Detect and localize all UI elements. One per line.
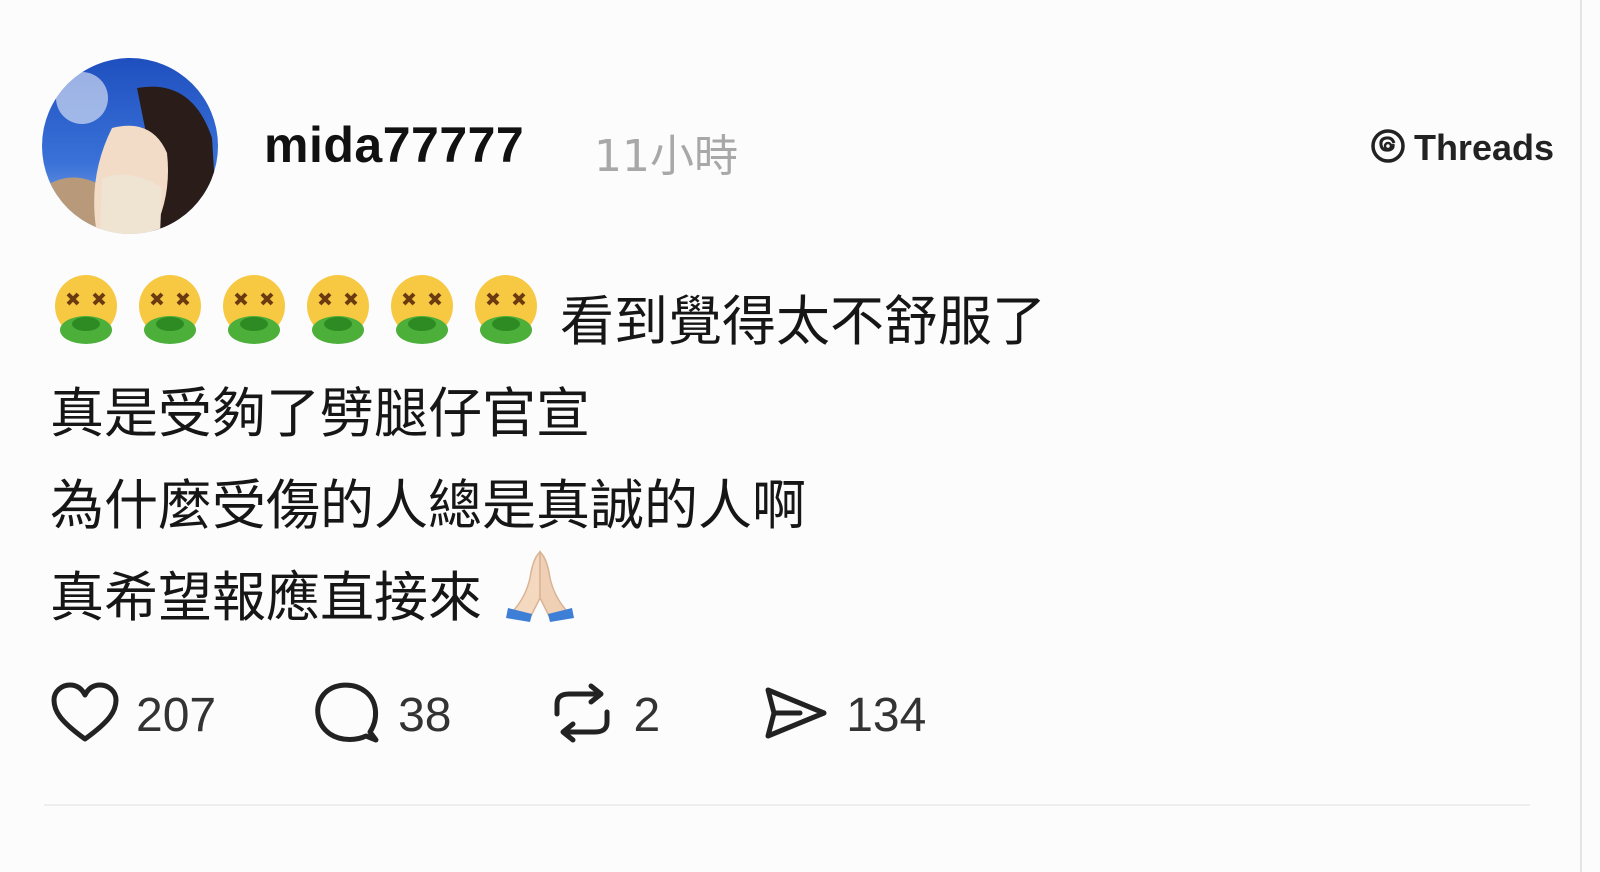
post-text: 看到覺得太不舒服了 [560, 289, 1046, 353]
nauseated-face-icon [50, 272, 122, 361]
threads-label: Threads [1413, 127, 1554, 168]
post-text: 真希望報應直接來 [50, 565, 482, 629]
card-border [1580, 0, 1582, 872]
threads-brand[interactable]: Threads [1368, 126, 1554, 170]
timestamp: 11小時 [594, 131, 738, 182]
comment-button[interactable]: 38 [312, 680, 451, 750]
share-count: 134 [846, 688, 927, 742]
send-icon [760, 680, 830, 750]
nauseated-face-icon [134, 272, 206, 361]
post-text: 為什麼受傷的人總是真誠的人啊 [50, 473, 806, 537]
threads-logo-icon [1368, 126, 1408, 170]
folded-hands-icon [500, 548, 580, 637]
post-body: 看到覺得太不舒服了 真是受夠了劈腿仔官宣 為什麼受傷的人總是真誠的人啊 真希望報… [50, 270, 1530, 638]
repost-button[interactable]: 2 [547, 680, 660, 750]
repost-icon [547, 680, 617, 750]
divider [44, 804, 1530, 806]
post-line-2: 真是受夠了劈腿仔官宣 [50, 362, 1530, 454]
like-button[interactable]: 207 [50, 681, 216, 749]
avatar[interactable] [42, 58, 218, 234]
repost-count: 2 [633, 688, 661, 742]
post-header: mida77777 11小時 Threads [42, 58, 1562, 238]
heart-icon [50, 681, 120, 749]
username[interactable]: mida77777 [264, 116, 524, 174]
post-line-3: 為什麼受傷的人總是真誠的人啊 [50, 454, 1530, 546]
nauseated-face-icon [470, 272, 542, 361]
comment-icon [312, 680, 382, 750]
post-line-4: 真希望報應直接來 [50, 546, 1530, 638]
post-card: mida77777 11小時 Threads 看到覺得太不舒服了 真是受夠了劈腿… [0, 0, 1600, 872]
action-bar: 207 38 2 134 [50, 680, 986, 750]
nauseated-face-icon [218, 272, 290, 361]
post-text: 真是受夠了劈腿仔官宣 [50, 381, 590, 445]
nauseated-face-icon [386, 272, 458, 361]
share-button[interactable]: 134 [760, 680, 926, 750]
post-line-1: 看到覺得太不舒服了 [50, 270, 1530, 362]
nauseated-face-icon [302, 272, 374, 361]
like-count: 207 [136, 688, 217, 742]
comment-count: 38 [398, 688, 452, 742]
